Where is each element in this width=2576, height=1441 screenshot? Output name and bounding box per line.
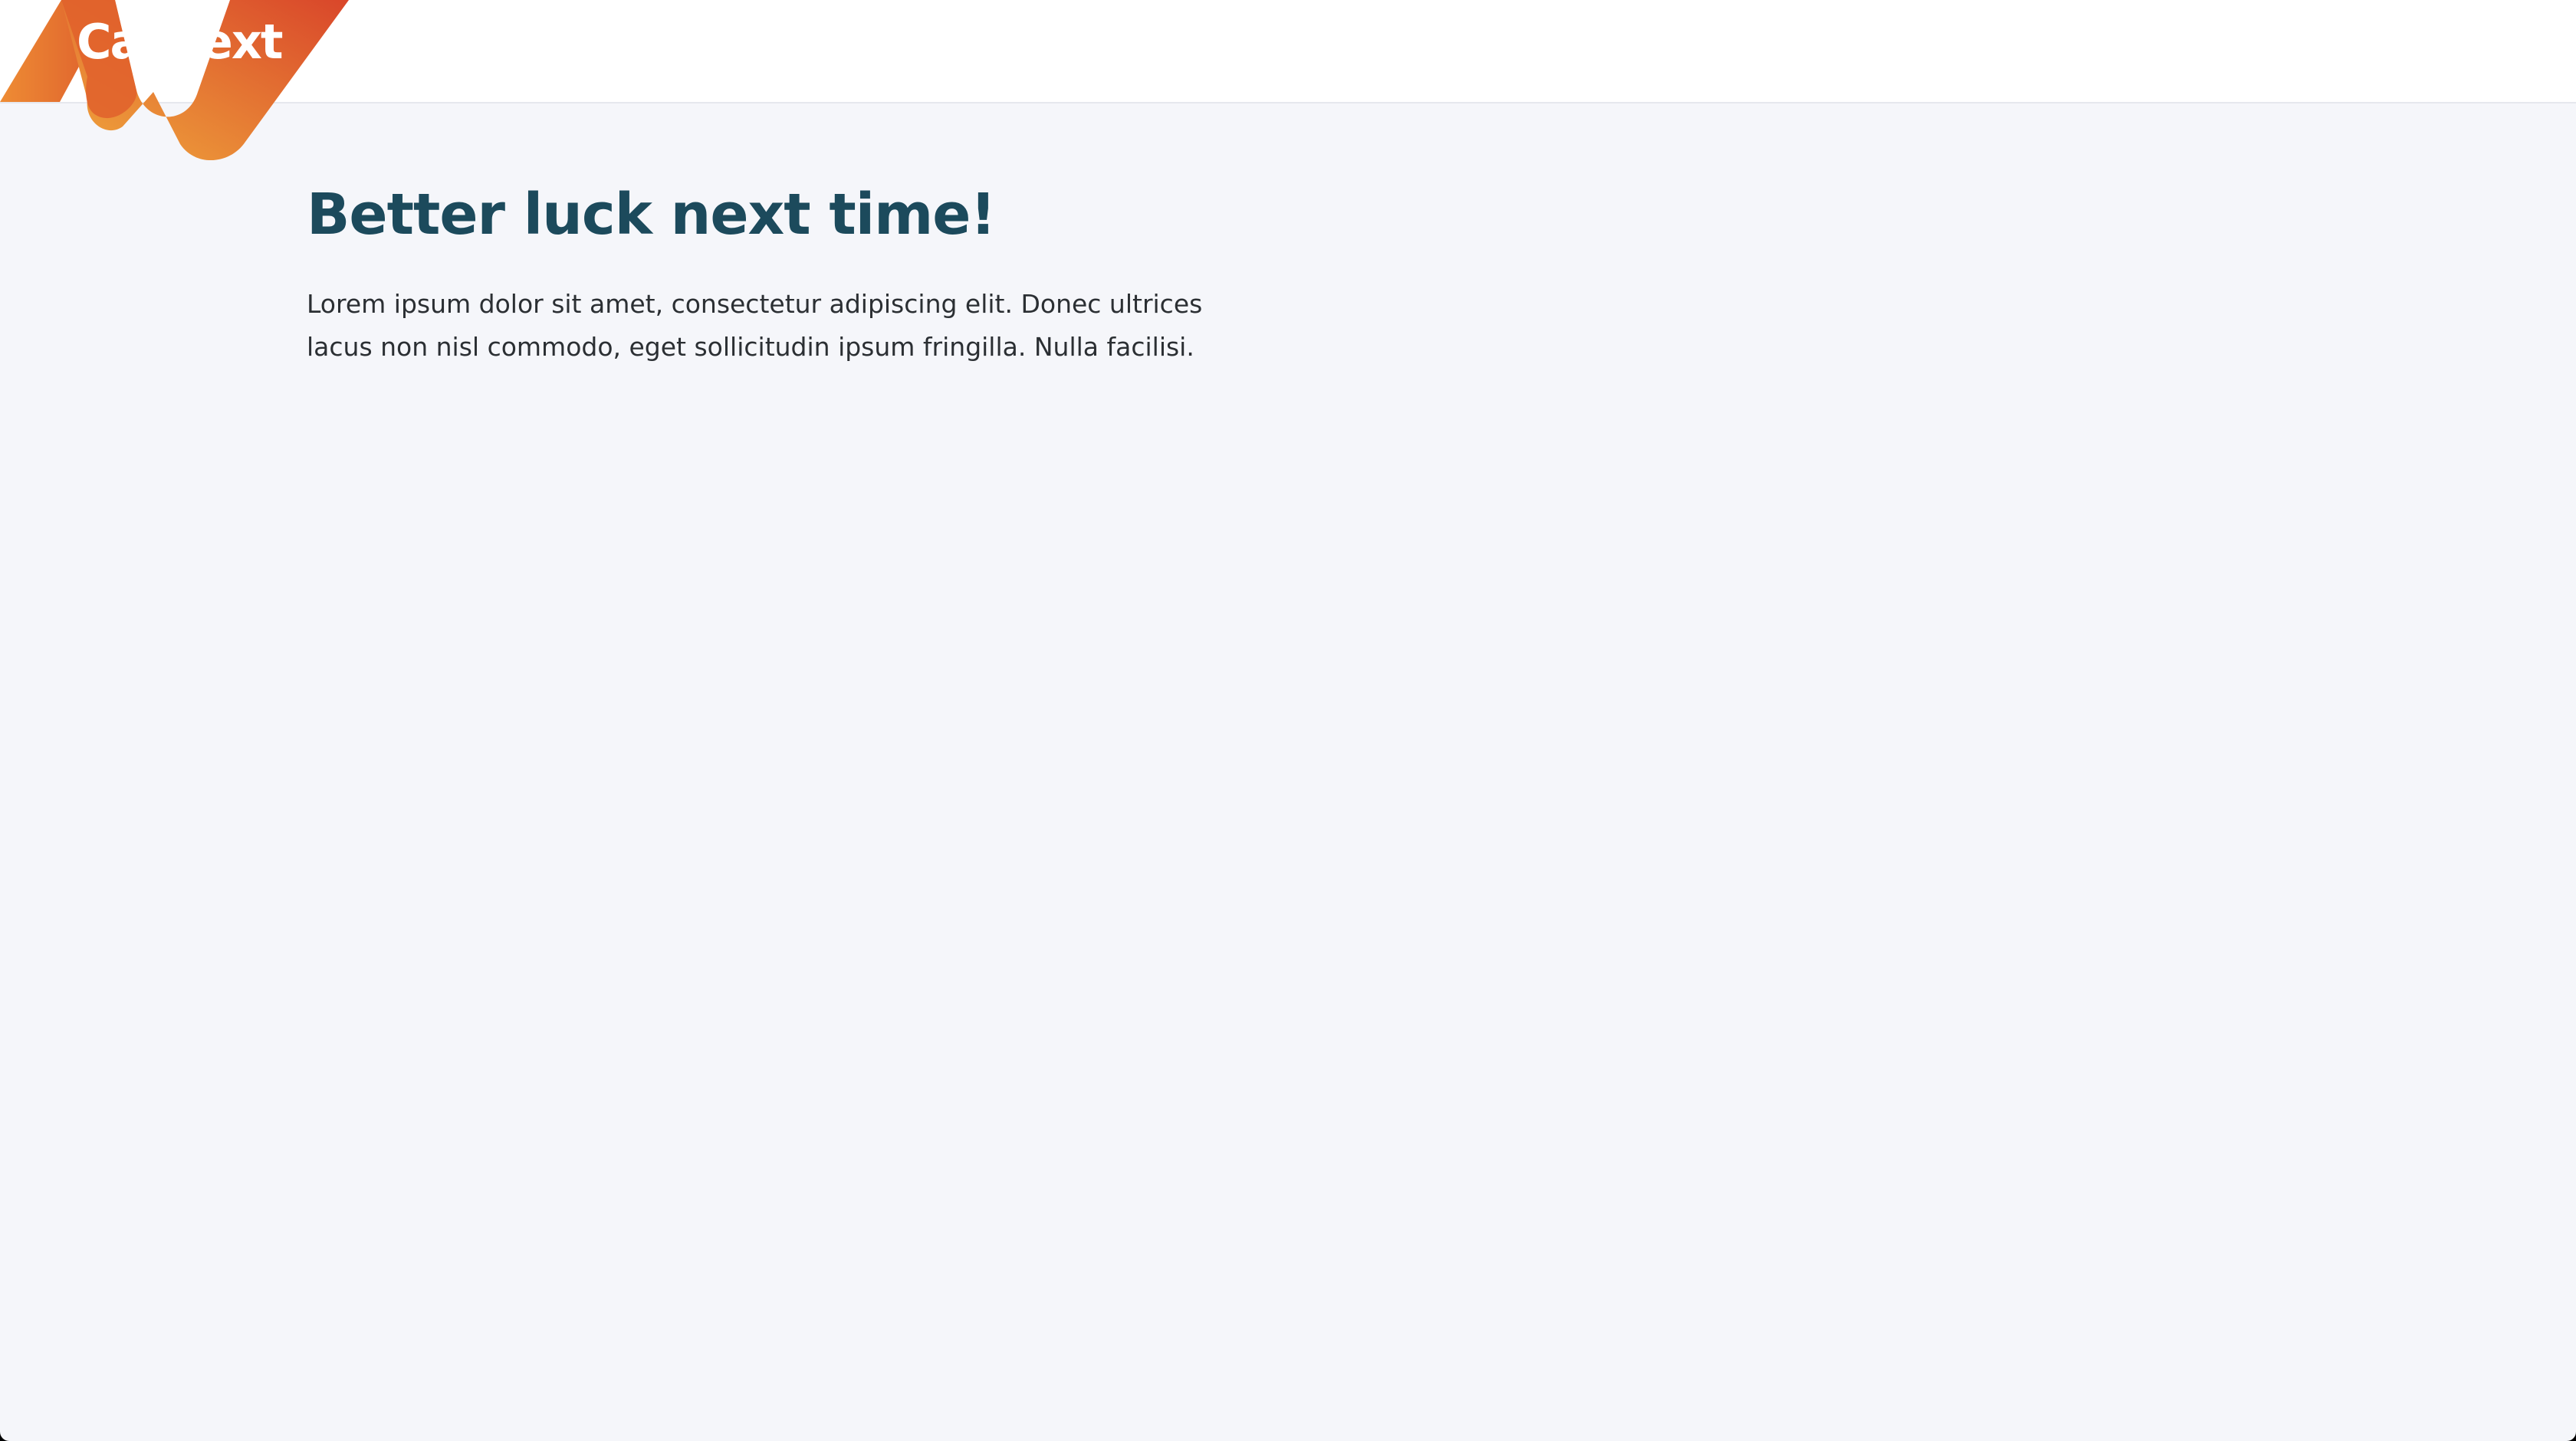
carnext-logo[interactable]: CarNext	[0, 0, 353, 162]
main-content: Better luck next time! Lorem ipsum dolor…	[307, 172, 1303, 369]
top-header-bar	[0, 0, 2576, 103]
body-paragraph: Lorem ipsum dolor sit amet, consectetur …	[307, 289, 1203, 362]
logo-wordmark: CarNext	[77, 14, 283, 70]
app-window: CarNext Better luck next time! Lorem ips…	[0, 0, 2576, 1441]
page-title: Better luck next time!	[307, 182, 996, 248]
